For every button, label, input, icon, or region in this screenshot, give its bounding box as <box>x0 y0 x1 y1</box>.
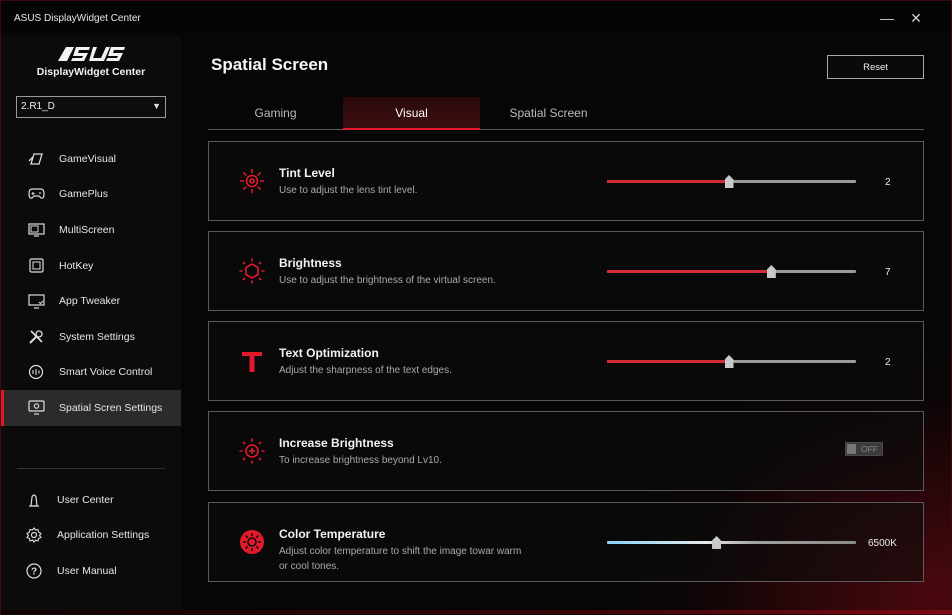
brand: DisplayWidget Center <box>1 45 181 78</box>
hotkey-icon <box>27 257 45 275</box>
tint-level-icon <box>237 166 267 196</box>
sidebar-item-label: Smart Voice Control <box>59 366 153 379</box>
setting-title: Tint Level <box>279 166 335 180</box>
sidebar-item-application-settings[interactable]: Application Settings <box>1 518 181 554</box>
gamepad-icon <box>27 185 45 203</box>
reset-button[interactable]: Reset <box>827 55 924 79</box>
slider-fill <box>607 270 772 273</box>
sidebar-item-user-center[interactable]: User Center <box>1 482 181 518</box>
tab-visual[interactable]: Visual <box>343 97 480 130</box>
gear-icon <box>25 526 43 544</box>
sidebar-item-label: User Manual <box>57 564 117 577</box>
svg-text:?: ? <box>31 566 37 577</box>
sidebar-item-hotkey[interactable]: HotKey <box>1 248 181 284</box>
sidebar-item-label: Spatial Scren Settings <box>59 401 163 414</box>
gamevisual-icon <box>27 150 45 168</box>
sidebar: DisplayWidget Center 2.R1_D ▼ GameVisual… <box>1 35 181 615</box>
sidebar-item-label: GameVisual <box>59 152 117 165</box>
asus-logo <box>58 47 125 61</box>
device-select-value: 2.R1_D <box>21 101 55 112</box>
title-bar: ASUS DisplayWidget Center — ✕ <box>1 1 951 35</box>
tab-gaming[interactable]: Gaming <box>208 97 343 129</box>
slider-value: 2 <box>885 357 891 368</box>
spatial-icon <box>27 399 45 417</box>
close-button[interactable]: ✕ <box>906 8 926 28</box>
brand-subtitle: DisplayWidget Center <box>36 66 146 78</box>
multiscreen-icon <box>27 221 45 239</box>
setting-card-tint-level: Tint Level Use to adjust the lens tint l… <box>208 141 924 221</box>
setting-title: Color Temperature <box>279 527 386 541</box>
slider-value: 6500K <box>868 538 897 549</box>
slider-thumb[interactable] <box>724 355 734 368</box>
tint-level-slider[interactable] <box>607 175 856 189</box>
slider-thumb[interactable] <box>724 175 734 188</box>
sidebar-item-gamevisual[interactable]: GameVisual <box>1 141 181 177</box>
slider-thumb[interactable] <box>712 536 722 549</box>
sidebar-item-label: App Tweaker <box>59 295 121 308</box>
page-title: Spatial Screen <box>211 55 329 74</box>
brightness-icon <box>237 256 267 286</box>
help-icon: ? <box>25 562 43 580</box>
tab-bar: Gaming Visual Spatial Screen <box>208 97 924 130</box>
sidebar-item-user-manual[interactable]: ? User Manual <box>1 553 181 589</box>
setting-description: Adjust the sharpness of the text edges. <box>279 365 452 376</box>
sidebar-item-label: User Center <box>57 493 114 506</box>
setting-description: To increase brightness beyond Lv10. <box>279 455 442 466</box>
setting-card-brightness: Brightness Use to adjust the brightness … <box>208 231 924 311</box>
increase-brightness-icon <box>237 436 267 466</box>
user-icon <box>25 491 43 509</box>
sidebar-item-system-settings[interactable]: System Settings <box>1 319 181 355</box>
slider-track <box>607 541 856 544</box>
text-icon <box>237 346 267 376</box>
slider-fill <box>607 360 729 363</box>
setting-description: Use to adjust the lens tint level. <box>279 185 418 196</box>
app-title: ASUS DisplayWidget Center <box>14 13 141 24</box>
setting-description: Use to adjust the brightness of the virt… <box>279 275 496 286</box>
slider-thumb[interactable] <box>766 265 776 278</box>
brightness-slider[interactable] <box>607 265 856 279</box>
sidebar-item-gameplus[interactable]: GamePlus <box>1 177 181 213</box>
monitor-check-icon <box>27 292 45 310</box>
sidebar-nav: GameVisual GamePlus MultiScreen HotKey A… <box>1 141 181 426</box>
slider-value: 7 <box>885 267 891 278</box>
sidebar-item-label: GamePlus <box>59 188 109 201</box>
sidebar-item-label: HotKey <box>59 259 94 272</box>
setting-card-text-optimization: Text Optimization Adjust the sharpness o… <box>208 321 924 401</box>
toggle-label: OFF <box>861 444 878 454</box>
sidebar-divider <box>17 468 165 469</box>
sidebar-bottom-nav: User Center Application Settings ? User … <box>1 482 181 589</box>
setting-title: Increase Brightness <box>279 436 394 450</box>
setting-card-color-temperature: Color Temperature Adjust color temperatu… <box>208 502 924 582</box>
setting-card-increase-brightness: Increase Brightness To increase brightne… <box>208 411 924 491</box>
chevron-down-icon: ▼ <box>152 101 161 111</box>
minimize-button[interactable]: — <box>877 8 897 28</box>
sidebar-item-label: MultiScreen <box>59 223 115 236</box>
sidebar-item-app-tweaker[interactable]: App Tweaker <box>1 283 181 319</box>
toggle-knob <box>847 444 856 454</box>
setting-title: Text Optimization <box>279 346 379 360</box>
tools-icon <box>27 328 45 346</box>
main-panel: Spatial Screen Reset Gaming Visual Spati… <box>181 35 951 615</box>
setting-title: Brightness <box>279 256 342 270</box>
device-select[interactable]: 2.R1_D ▼ <box>16 96 166 118</box>
setting-description: Adjust color temperature to shift the im… <box>279 546 522 572</box>
sidebar-item-multiscreen[interactable]: MultiScreen <box>1 212 181 248</box>
color-temperature-icon <box>237 527 267 557</box>
increase-brightness-toggle[interactable]: OFF <box>845 442 883 456</box>
app-window: ASUS DisplayWidget Center — ✕ DisplayWid… <box>0 0 952 615</box>
tab-spatial-screen[interactable]: Spatial Screen <box>480 97 617 129</box>
voice-icon <box>27 363 45 381</box>
sidebar-item-spatial-screen-settings[interactable]: Spatial Scren Settings <box>1 390 181 426</box>
sidebar-item-label: System Settings <box>59 330 135 343</box>
slider-fill <box>607 180 729 183</box>
text-optimization-slider[interactable] <box>607 355 856 369</box>
slider-value: 2 <box>885 177 891 188</box>
color-temperature-slider[interactable] <box>607 536 856 550</box>
sidebar-item-smart-voice-control[interactable]: Smart Voice Control <box>1 355 181 391</box>
window-bottom-edge <box>1 610 952 614</box>
sidebar-item-label: Application Settings <box>57 529 150 542</box>
